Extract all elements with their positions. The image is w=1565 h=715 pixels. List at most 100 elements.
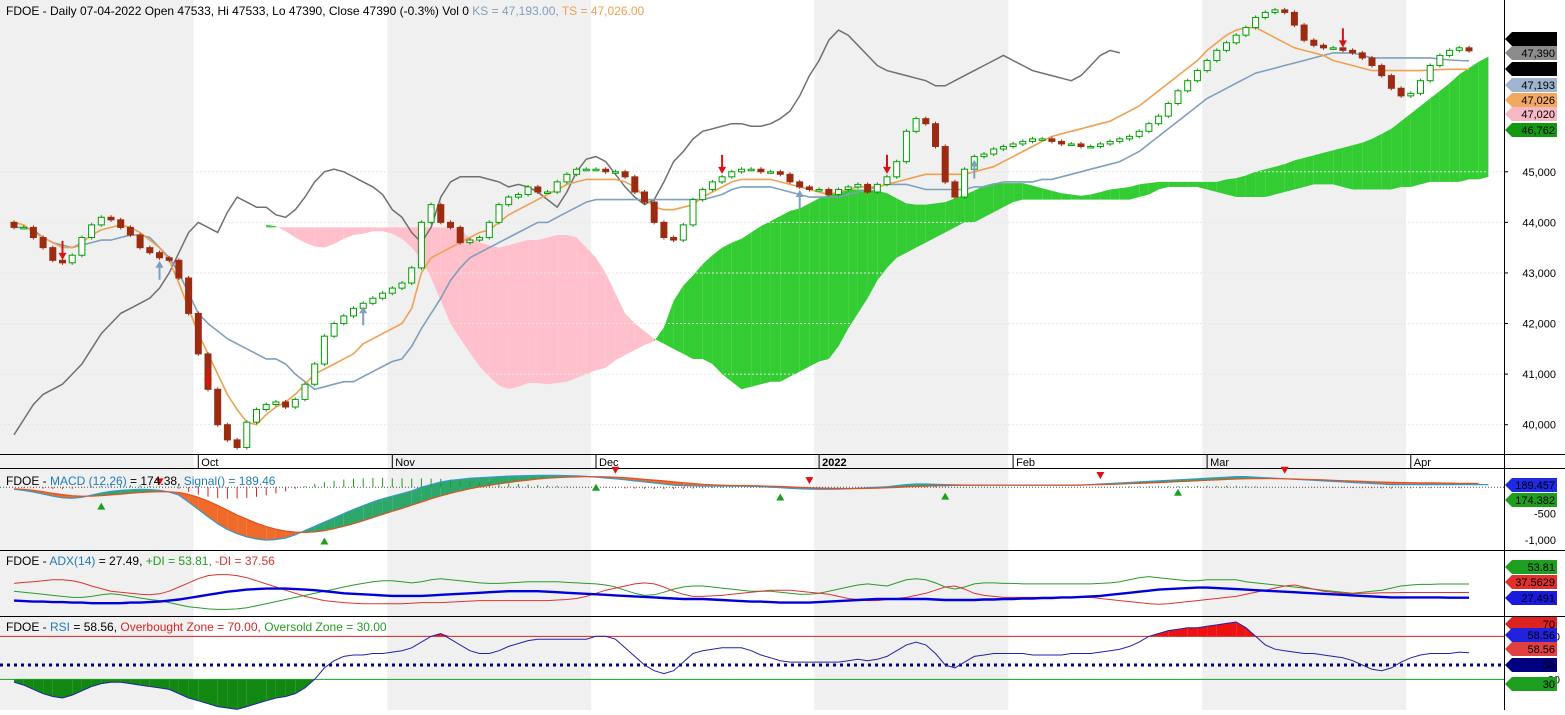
- candle-up: [341, 316, 347, 324]
- cloud-segment: [809, 198, 819, 366]
- cloud-segment: [1459, 68, 1469, 182]
- cloud-segment: [557, 235, 567, 383]
- candle-up: [89, 225, 95, 238]
- rsi-oversold-fill: [189, 679, 199, 701]
- chart-area: OctNovDec2022FebMarApr 45,00044,00043,00…: [0, 0, 1565, 710]
- cloud-segment: [887, 193, 897, 268]
- candle-down: [777, 172, 783, 175]
- cloud-segment: [1227, 178, 1237, 197]
- candle-up: [525, 187, 531, 195]
- candle-down: [1388, 76, 1394, 89]
- candle-down: [1282, 10, 1288, 13]
- candle-down: [942, 146, 948, 181]
- cloud-segment: [1110, 188, 1120, 199]
- candle-up: [1214, 50, 1220, 60]
- candle-up: [380, 293, 386, 298]
- date-label: Feb: [1016, 457, 1035, 469]
- cloud-segment: [528, 240, 538, 383]
- cloud-segment: [761, 221, 771, 384]
- candle-down: [1311, 40, 1317, 45]
- candle-down: [632, 177, 638, 192]
- candle-up: [292, 399, 298, 407]
- price-tick-label: 42,000: [1522, 319, 1556, 331]
- cloud-segment: [936, 202, 946, 237]
- value-tag-label: 47,390: [1521, 34, 1555, 46]
- candle-up: [768, 172, 774, 174]
- rsi-oversold-fill: [208, 679, 218, 706]
- cloud-segment: [1130, 184, 1140, 199]
- candle-down: [137, 235, 143, 248]
- candle-down: [806, 187, 812, 190]
- candle-up: [506, 197, 512, 205]
- candle-up: [302, 384, 308, 399]
- candle-down: [50, 248, 56, 261]
- cloud-segment: [548, 235, 558, 384]
- candle-up: [428, 205, 434, 223]
- cloud-segment: [480, 243, 490, 377]
- value-tag-label: 58.56: [1527, 644, 1555, 656]
- cloud-segment: [586, 248, 596, 374]
- candle-down: [787, 174, 793, 182]
- cloud-segment: [1401, 114, 1411, 187]
- candle-down: [215, 389, 221, 424]
- candle-up: [244, 422, 250, 447]
- date-label: Nov: [395, 457, 415, 469]
- candle-up: [1262, 12, 1268, 17]
- candle-up: [1088, 146, 1094, 148]
- candle-down: [166, 258, 172, 261]
- candle-down: [923, 119, 929, 124]
- candle-down: [1350, 50, 1356, 53]
- macd-tick-label: -500: [1534, 509, 1556, 521]
- candle-up: [680, 225, 686, 240]
- candle-down: [127, 227, 133, 235]
- cloud-segment: [1304, 155, 1314, 187]
- cloud-segment: [315, 227, 325, 247]
- candle-up: [729, 172, 735, 177]
- candle-down: [1301, 25, 1307, 40]
- cloud-segment: [1013, 183, 1023, 202]
- candle-down: [1059, 141, 1065, 144]
- value-tag-label: 50: [1543, 660, 1555, 672]
- date-label: Oct: [201, 457, 218, 469]
- cloud-segment: [906, 203, 916, 252]
- candle-up: [719, 177, 725, 182]
- candle-down: [234, 440, 240, 448]
- shade-band: [814, 0, 1008, 710]
- cloud-segment: [974, 186, 984, 223]
- cloud-segment: [712, 248, 722, 374]
- price-tick-label: 41,000: [1522, 369, 1556, 381]
- value-tag-label: 47,020: [1521, 109, 1555, 121]
- candle-up: [467, 240, 473, 243]
- candle-up: [748, 169, 754, 171]
- candle-up: [1456, 48, 1462, 51]
- candle-up: [903, 131, 909, 161]
- cloud-segment: [1450, 74, 1460, 182]
- candle-up: [1253, 17, 1259, 27]
- candle-up: [331, 324, 337, 337]
- candle-down: [11, 222, 17, 227]
- candle-up: [593, 169, 599, 171]
- candle-up: [496, 205, 502, 223]
- candle-up: [321, 336, 327, 364]
- cloud-segment: [1411, 106, 1421, 187]
- candle-up: [351, 308, 357, 316]
- cloud-segment: [780, 211, 790, 382]
- candle-up: [312, 364, 318, 384]
- candle-up: [1447, 50, 1453, 55]
- shade-band: [1202, 0, 1406, 710]
- candle-up: [21, 227, 27, 229]
- cloud-segment: [916, 205, 926, 248]
- cloud-segment: [732, 239, 742, 390]
- candle-up: [515, 195, 521, 198]
- cloud-segment: [596, 258, 606, 371]
- candle-up: [1427, 66, 1433, 81]
- candle-down: [108, 217, 114, 220]
- candle-down: [60, 260, 66, 263]
- candle-up: [981, 154, 987, 157]
- price-tick-label: 40,000: [1522, 420, 1556, 432]
- cloud-segment: [742, 232, 752, 389]
- rsi-oversold-fill: [218, 679, 228, 708]
- cloud-segment: [1333, 148, 1343, 187]
- candle-up: [991, 149, 997, 154]
- chart-svg: OctNovDec2022FebMarApr 45,00044,00043,00…: [0, 0, 1565, 710]
